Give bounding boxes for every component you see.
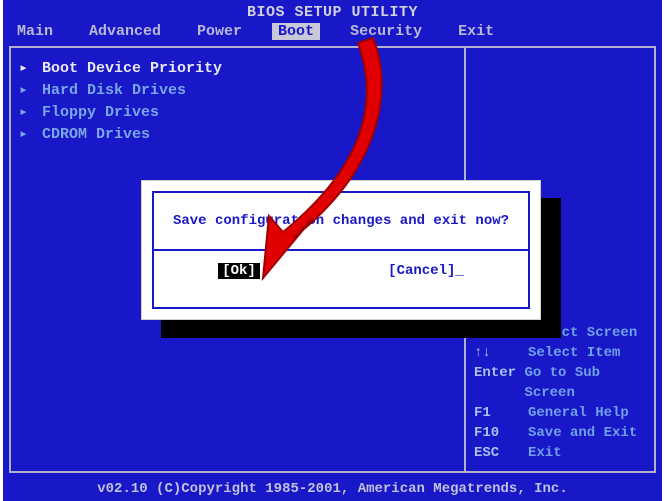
boot-item-priority[interactable]: ▸ Boot Device Priority	[19, 58, 456, 80]
help-legend: ←→Select Screen ↑↓Select Item EnterGo to…	[474, 323, 650, 463]
boot-item-label: Boot Device Priority	[42, 60, 222, 77]
ok-button[interactable]: [Ok]	[218, 263, 260, 279]
triangle-right-icon: ▸	[19, 102, 33, 124]
dialog-message: Save configuration changes and exit now?	[154, 193, 528, 249]
help-key: F1	[474, 403, 528, 423]
help-action: Select Item	[528, 343, 620, 363]
help-key: ESC	[474, 443, 528, 463]
menu-exit[interactable]: Exit	[452, 23, 500, 40]
boot-item-label: Floppy Drives	[42, 104, 159, 121]
help-action: Exit	[528, 443, 562, 463]
footer-copyright: v02.10 (C)Copyright 1985-2001, American …	[3, 481, 662, 497]
dialog-buttons: [Ok] [Cancel]_	[154, 251, 528, 289]
boot-item-cdrom[interactable]: ▸ CDROM Drives	[19, 124, 456, 146]
menu-advanced[interactable]: Advanced	[83, 23, 167, 40]
boot-item-label: Hard Disk Drives	[42, 82, 186, 99]
bios-title: BIOS SETUP UTILITY	[3, 0, 662, 23]
menubar: Main Advanced Power Boot Security Exit	[3, 23, 662, 44]
help-key: F10	[474, 423, 528, 443]
menu-security[interactable]: Security	[344, 23, 428, 40]
menu-boot[interactable]: Boot	[272, 23, 320, 40]
triangle-right-icon: ▸	[19, 58, 33, 80]
help-key: Enter	[474, 363, 524, 403]
triangle-right-icon: ▸	[19, 124, 33, 146]
help-action: Save and Exit	[528, 423, 637, 443]
help-action: Go to Sub Screen	[524, 363, 650, 403]
boot-item-floppy[interactable]: ▸ Floppy Drives	[19, 102, 456, 124]
boot-item-hdd[interactable]: ▸ Hard Disk Drives	[19, 80, 456, 102]
confirm-dialog: Save configuration changes and exit now?…	[141, 180, 541, 320]
boot-menu-list: ▸ Boot Device Priority ▸ Hard Disk Drive…	[11, 48, 464, 156]
triangle-right-icon: ▸	[19, 80, 33, 102]
menu-main[interactable]: Main	[11, 23, 59, 40]
cancel-button[interactable]: [Cancel]_	[388, 263, 464, 279]
help-key: ↑↓	[474, 343, 528, 363]
bios-screen: BIOS SETUP UTILITY Main Advanced Power B…	[3, 0, 662, 501]
menu-power[interactable]: Power	[191, 23, 248, 40]
help-action: General Help	[528, 403, 629, 423]
cursor-icon: _	[455, 263, 463, 279]
dialog-frame: Save configuration changes and exit now?…	[152, 191, 530, 309]
boot-item-label: CDROM Drives	[42, 126, 150, 143]
